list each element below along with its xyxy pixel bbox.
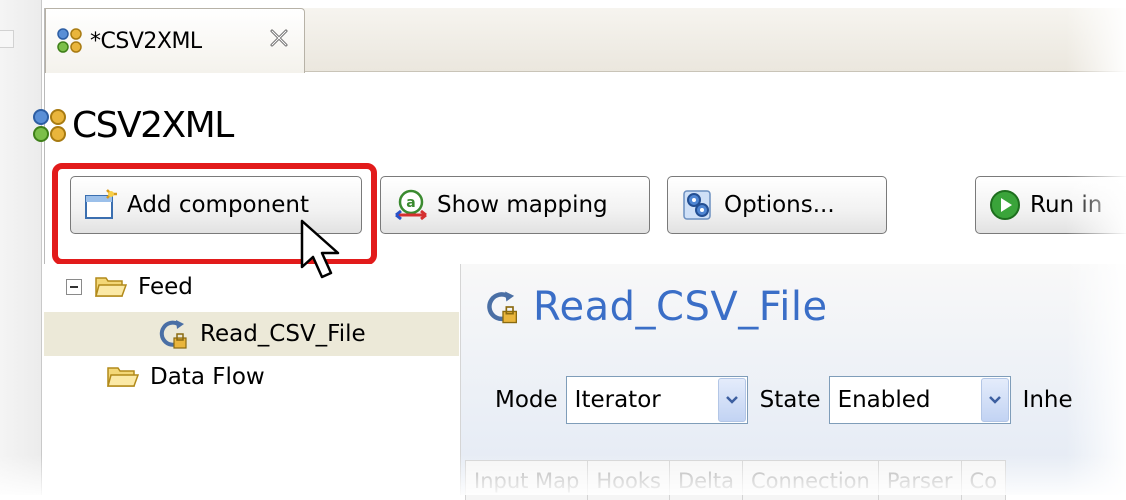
state-label: State [759,387,821,413]
state-value: Enabled [837,387,931,413]
chevron-down-icon[interactable] [980,378,1009,422]
tab-co[interactable]: Co [960,460,1007,500]
editor-tab-label: *CSV2XML [90,28,202,54]
component-title: Read_CSV_File [483,284,828,330]
tree-item-read-csv-file[interactable]: Read_CSV_File [156,316,366,352]
state-select[interactable]: Enabled [828,376,1011,424]
play-icon [990,190,1020,220]
tab-input-map[interactable]: Input Map [465,460,589,500]
mode-state-row: Mode Iterator State Enabled Inhe [495,376,1073,424]
component-tree: Feed Read_CSV_File Data Flow [44,264,459,495]
folder-open-icon [107,367,140,387]
page-title-text: CSV2XML [72,105,234,146]
folder-open-icon [95,277,128,297]
tree-item-feed[interactable]: Feed [66,274,193,300]
details-tabs: Input Map Hooks Delta Connection Parser … [465,460,1007,500]
tree-item-label: Data Flow [150,364,265,390]
mode-select[interactable]: Iterator [565,376,748,424]
options-button[interactable]: Options... [667,176,887,234]
mouse-cursor-icon [300,219,340,279]
left-panel-edge [0,0,42,495]
editor-tab-bar: *CSV2XML [45,8,1126,73]
tab-delta[interactable]: Delta [668,460,743,500]
page-title: CSV2XML [30,105,234,146]
connector-icon [159,320,187,349]
connector-icon [487,291,517,324]
tree-item-data-flow[interactable]: Data Flow [106,364,265,390]
tree-item-label: Read_CSV_File [200,321,366,347]
tab-hooks[interactable]: Hooks [587,460,670,500]
show-mapping-label: Show mapping [437,192,608,218]
component-details-panel: Read_CSV_File Mode Iterator State Enable… [460,264,1126,500]
mode-label: Mode [495,387,558,413]
mapping-icon: a [395,189,427,221]
tab-connection[interactable]: Connection [742,460,879,500]
inherit-label: Inhe [1022,387,1073,413]
chevron-down-icon[interactable] [717,378,746,422]
mode-value: Iterator [574,387,661,413]
gears-icon [683,190,711,220]
options-label: Options... [724,192,835,218]
tree-item-label: Feed [138,274,193,300]
collapsed-panel-tab[interactable] [0,30,14,48]
editor-tab-csv2xml[interactable]: *CSV2XML [45,8,305,73]
workflow-icon [57,28,82,53]
tab-parser[interactable]: Parser [877,460,962,500]
run-button[interactable]: Run in [975,176,1126,234]
workflow-icon [33,108,66,142]
svg-text:a: a [406,195,415,211]
show-mapping-button[interactable]: a Show mapping [380,176,650,234]
run-label: Run in [1030,192,1103,218]
component-title-text: Read_CSV_File [533,284,828,330]
close-icon[interactable] [268,27,290,49]
collapse-icon[interactable] [66,279,82,295]
